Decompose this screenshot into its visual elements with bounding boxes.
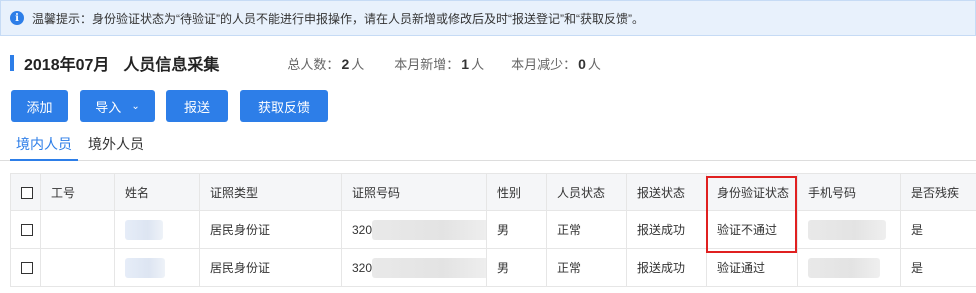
column-header[interactable]: 证照号码 <box>341 173 487 211</box>
phone-cell <box>797 210 901 249</box>
get-feedback-button[interactable]: 获取反馈 <box>240 90 328 122</box>
chevron-down-icon: ⌄ <box>131 100 140 112</box>
page-title: 2018年07月 人员信息采集 <box>24 51 219 75</box>
column-header[interactable]: 报送状态 <box>626 173 707 211</box>
stat-total-label: 总人数： <box>287 56 340 72</box>
info-icon: i <box>10 11 24 25</box>
personnel-table: 工号 姓名 证照类型 证照号码 性别 人员状态 报送状态 身份验证状态 手机号码… <box>10 173 976 287</box>
name-cell <box>114 248 200 287</box>
gender-cell: 男 <box>486 248 547 287</box>
stat-reduced-unit: 人 <box>587 56 601 72</box>
column-header[interactable]: 手机号码 <box>797 173 901 211</box>
submit-status-cell: 报送成功 <box>626 210 707 249</box>
select-all-checkbox[interactable] <box>21 186 33 199</box>
import-button[interactable]: 导入 ⌄ <box>80 90 155 122</box>
verify-status-cell: 验证通过 <box>706 248 798 287</box>
id-type-cell: 居民身份证 <box>199 248 342 287</box>
redacted-phone <box>808 219 886 240</box>
stat-total: 总人数： 2 人 <box>287 54 364 73</box>
stat-reduced: 本月减少： 0 人 <box>511 54 601 73</box>
stat-reduced-label: 本月减少： <box>511 56 577 72</box>
toolbar: 添加 导入 ⌄ 报送 获取反馈 <box>11 90 328 122</box>
add-button[interactable]: 添加 <box>11 90 68 122</box>
column-header[interactable]: 工号 <box>40 173 115 211</box>
employee-id-cell <box>40 248 115 287</box>
id-number-cell: 320 <box>341 248 487 287</box>
disabled-cell: 是 <box>900 210 976 249</box>
gender-cell: 男 <box>486 210 547 249</box>
redacted-name <box>125 257 165 278</box>
column-header[interactable]: 姓名 <box>114 173 200 211</box>
column-header[interactable]: 性别 <box>486 173 547 211</box>
employee-id-cell <box>40 210 115 249</box>
stat-added-value: 1 <box>461 55 470 72</box>
stat-reduced-value: 0 <box>578 55 586 72</box>
personnel-tabs: 境内人员 境外人员 <box>0 132 976 161</box>
redacted-name <box>125 219 163 240</box>
title-label: 人员信息采集 <box>123 57 220 74</box>
redacted-id-number <box>372 219 486 240</box>
id-number-prefix: 320 <box>352 222 373 237</box>
verify-status-cell: 验证不通过 <box>706 210 798 249</box>
redacted-id-number <box>372 257 486 278</box>
column-header[interactable]: 身份验证状态 <box>706 173 798 211</box>
select-all-cell <box>10 173 41 211</box>
id-number-cell: 320 <box>341 210 487 249</box>
name-cell <box>114 210 200 249</box>
disabled-cell: 是 <box>900 248 976 287</box>
column-header[interactable]: 是否残疾 <box>900 173 976 211</box>
period-label: 2018年07月 <box>24 57 110 74</box>
phone-cell <box>797 248 901 287</box>
stat-total-value: 2 <box>341 55 350 72</box>
column-header[interactable]: 人员状态 <box>546 173 627 211</box>
title-accent-bar <box>10 55 14 71</box>
row-checkbox[interactable] <box>21 262 33 275</box>
tab-domestic[interactable]: 境内人员 <box>10 132 78 161</box>
page-header: 2018年07月 人员信息采集 总人数： 2 人 本月新增： 1 人 本月减少： 0 人 <box>0 48 976 78</box>
import-label: 导入 <box>95 99 122 115</box>
notice-banner: i 温馨提示：身份验证状态为“待验证”的人员不能进行申报操作，请在人员新增或修改… <box>0 0 976 36</box>
notice-text: 温馨提示：身份验证状态为“待验证”的人员不能进行申报操作，请在人员新增或修改后及… <box>32 11 644 26</box>
row-checkbox[interactable] <box>21 224 33 237</box>
table-header-row: 工号 姓名 证照类型 证照号码 性别 人员状态 报送状态 身份验证状态 手机号码… <box>10 173 976 211</box>
table-row[interactable]: 居民身份证 320 男 正常 报送成功 验证通过 是 <box>10 248 976 287</box>
id-type-cell: 居民身份证 <box>199 210 342 249</box>
table-row[interactable]: 居民身份证 320 男 正常 报送成功 验证不通过 是 <box>10 210 976 249</box>
row-select-cell <box>10 210 41 249</box>
tab-overseas[interactable]: 境外人员 <box>82 132 150 161</box>
column-header[interactable]: 证照类型 <box>199 173 342 211</box>
stat-added-unit: 人 <box>471 56 485 72</box>
redacted-phone <box>808 257 880 278</box>
submit-status-cell: 报送成功 <box>626 248 707 287</box>
person-status-cell: 正常 <box>546 248 627 287</box>
row-select-cell <box>10 248 41 287</box>
stat-added-label: 本月新增： <box>394 56 460 72</box>
id-number-prefix: 320 <box>352 260 373 275</box>
stat-added: 本月新增： 1 人 <box>394 54 484 73</box>
submit-button[interactable]: 报送 <box>166 90 228 122</box>
stat-total-unit: 人 <box>351 56 365 72</box>
person-status-cell: 正常 <box>546 210 627 249</box>
